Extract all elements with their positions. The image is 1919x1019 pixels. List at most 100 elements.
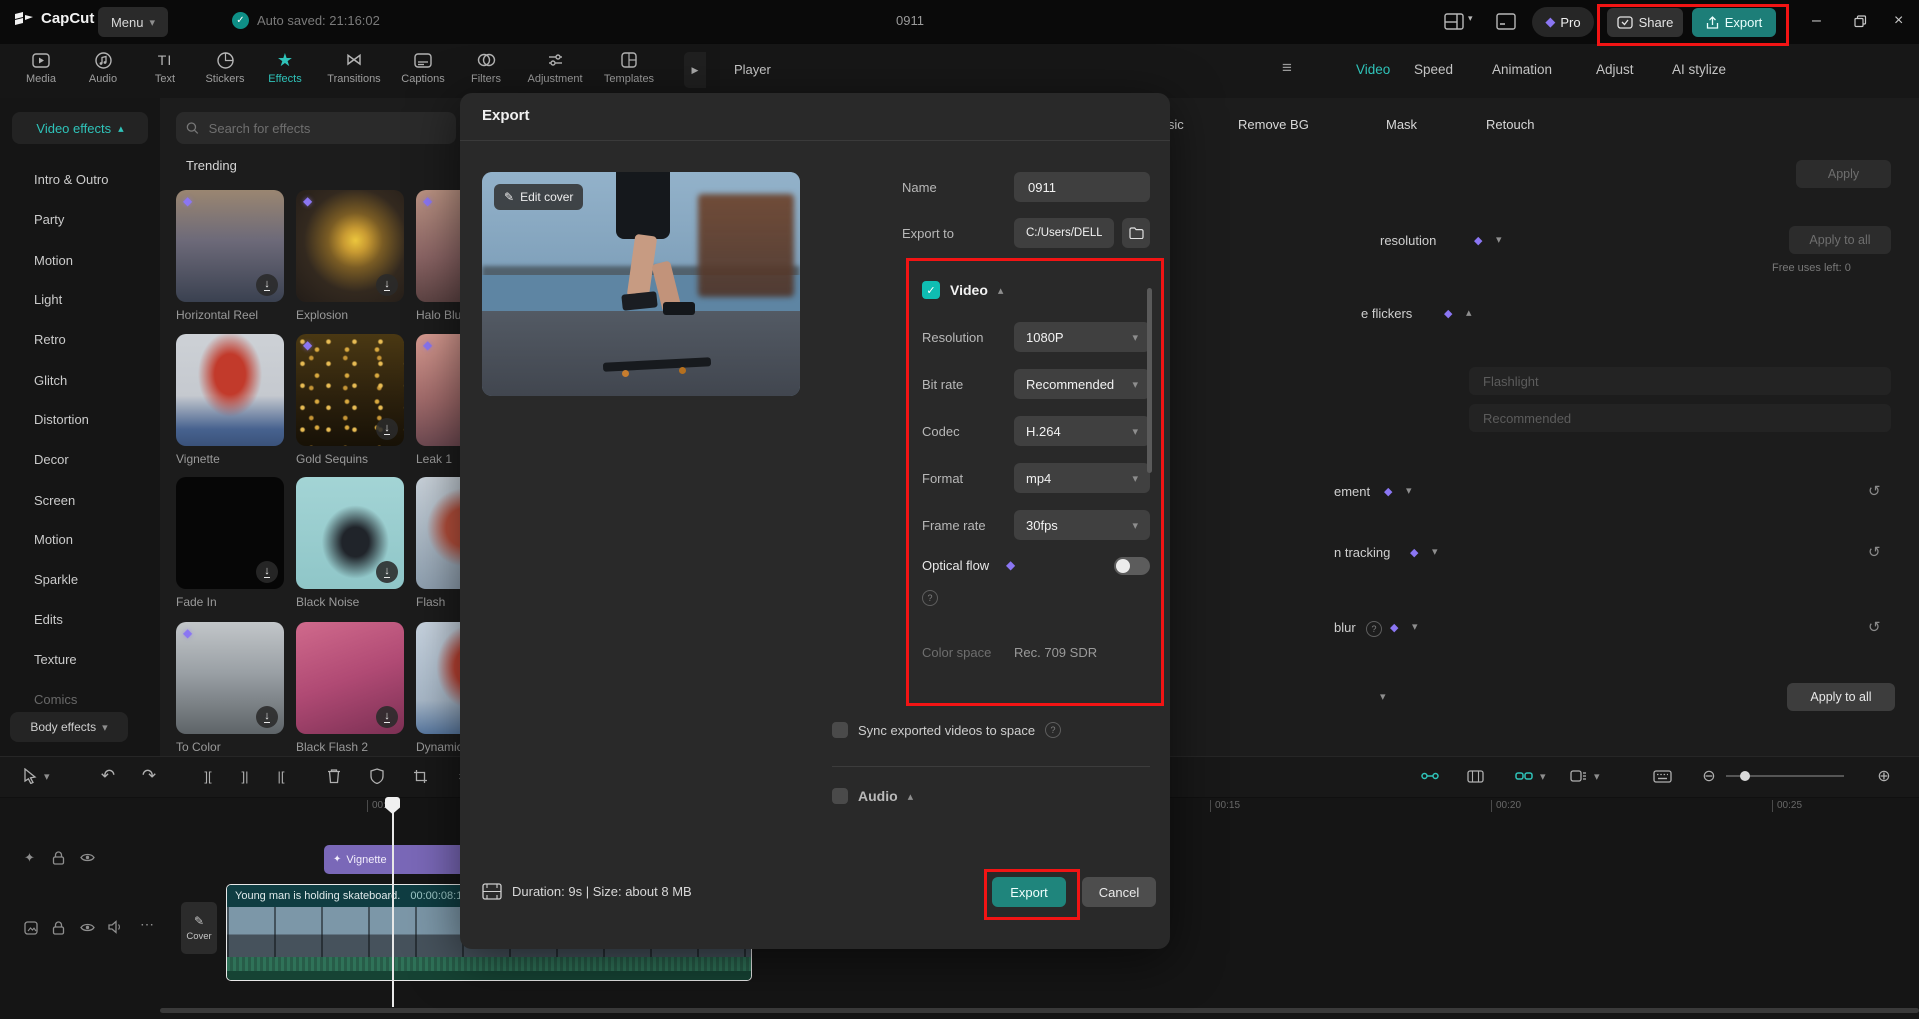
sidebar-item-screen[interactable]: Screen — [34, 493, 75, 508]
effect-thumbnail[interactable]: ◆ ↓ — [176, 190, 284, 302]
tab-animation[interactable]: Animation — [1492, 62, 1552, 77]
cover-button[interactable]: ✎ Cover — [181, 902, 217, 954]
sidebar-item-light[interactable]: Light — [34, 292, 62, 307]
sidebar-item-texture[interactable]: Texture — [34, 652, 77, 667]
effect-thumbnail[interactable]: ↓ — [176, 477, 284, 589]
undo-icon[interactable]: ↶ — [96, 766, 120, 786]
redo-icon[interactable]: ↷ — [137, 766, 161, 786]
codec-dropdown[interactable]: H.264 ▾ — [1014, 416, 1150, 446]
sidebar-item-sparkle[interactable]: Sparkle — [34, 572, 78, 587]
sidebar-item-motion2[interactable]: Motion — [34, 532, 73, 547]
effect-thumbnail[interactable]: ◆ ↓ — [296, 190, 404, 302]
sidebar-item-party[interactable]: Party — [34, 212, 64, 227]
frame-track-icon[interactable] — [24, 921, 38, 935]
tab-filters[interactable]: Filters — [457, 50, 515, 85]
optical-flow-toggle-off[interactable] — [1114, 557, 1150, 575]
sidebar-item-glitch[interactable]: Glitch — [34, 373, 67, 388]
effect-card-vignette[interactable]: Vignette — [176, 334, 284, 466]
chevron-down-icon[interactable]: ▾ — [1412, 620, 1418, 633]
sidebar-item-retro[interactable]: Retro — [34, 332, 66, 347]
download-icon[interactable]: ↓ — [256, 274, 278, 296]
chevron-down-icon[interactable]: ▾ — [1380, 690, 1386, 703]
eff ect-thumbnail[interactable]: ↓ — [296, 477, 404, 589]
tab-adjustment[interactable]: Adjustment — [526, 50, 584, 85]
playhead-line[interactable] — [392, 797, 394, 1007]
chevron-down-icon[interactable]: ▾ — [1496, 233, 1502, 246]
effect-thumbnail[interactable]: ◆ ↓ — [296, 334, 404, 446]
video-checkbox-checked[interactable]: ✓ — [922, 281, 940, 299]
subtab-retouch[interactable]: Retouch — [1486, 117, 1534, 132]
effect-card-black-noise[interactable]: ↓ Black Noise — [296, 477, 404, 609]
panel-toggle[interactable] — [1496, 13, 1516, 30]
reset-icon[interactable]: ↺ — [1868, 543, 1881, 561]
layout-switcher[interactable]: ▾ — [1444, 13, 1473, 30]
resolution-dropdown[interactable]: 1080P ▾ — [1014, 322, 1150, 352]
effects-search[interactable] — [176, 112, 456, 144]
download-icon[interactable]: ↓ — [256, 561, 278, 583]
restore-button[interactable] — [1854, 15, 1867, 28]
keyboard-icon[interactable] — [1650, 766, 1674, 786]
search-input[interactable] — [207, 120, 446, 137]
tab-audio[interactable]: Audio — [74, 50, 132, 85]
video-section-row[interactable]: ✓ Video ▴ — [922, 281, 1003, 299]
download-icon[interactable]: ↓ — [376, 561, 398, 583]
tab-media[interactable]: Media — [12, 50, 70, 85]
auto-link-icon[interactable] — [1512, 766, 1536, 786]
format-dropdown[interactable]: mp4 ▾ — [1014, 463, 1150, 493]
sidebar-item-distortion[interactable]: Distortion — [34, 412, 89, 427]
export-to-field[interactable]: C:/Users/DELL/AppData/Local/CapCut/Vi... — [1014, 218, 1114, 248]
chevron-down-icon[interactable]: ▾ — [1406, 484, 1412, 497]
reset-icon[interactable]: ↺ — [1868, 618, 1881, 636]
tab-templates[interactable]: Templates — [600, 50, 658, 85]
minimize-button[interactable]: – — [1812, 12, 1821, 30]
apply-to-all-disabled[interactable]: Apply to all — [1789, 226, 1891, 254]
zoom-in-icon[interactable]: ⊕ — [1872, 766, 1896, 786]
speaker-icon[interactable] — [108, 920, 123, 934]
lock-icon[interactable] — [52, 921, 65, 935]
shield-icon[interactable] — [365, 766, 389, 786]
effect-thumbnail[interactable]: ↓ — [296, 622, 404, 734]
chevron-down-icon[interactable]: ▾ — [1594, 770, 1600, 783]
eye-icon[interactable] — [80, 922, 95, 933]
name-field[interactable] — [1014, 172, 1150, 202]
ribbon-more-button[interactable]: ▶ — [684, 52, 706, 88]
sync-checkbox-unchecked[interactable] — [832, 722, 848, 738]
share-button[interactable]: Share — [1607, 8, 1683, 37]
framerate-dropdown[interactable]: 30fps ▾ — [1014, 510, 1150, 540]
sidebar-item-edits[interactable]: Edits — [34, 612, 63, 627]
tab-speed[interactable]: Speed — [1414, 62, 1453, 77]
zoom-slider-knob[interactable] — [1740, 771, 1750, 781]
chevron-up-icon[interactable]: ▴ — [998, 284, 1004, 297]
effect-card-to-color[interactable]: ◆ ↓ To Color — [176, 622, 284, 754]
bitrate-dropdown[interactable]: Recommended ▾ — [1014, 369, 1150, 399]
sidebar-body-effects-button[interactable]: Body effects ▾ — [10, 712, 128, 742]
track-view-icon[interactable] — [1463, 766, 1487, 786]
browse-folder-button[interactable] — [1122, 218, 1150, 248]
pro-badge[interactable]: ◆ Pro — [1532, 7, 1594, 37]
effect-thumbnail[interactable]: ◆ ↓ — [176, 622, 284, 734]
sidebar-header-video-effects[interactable]: Video effects ▴ — [12, 112, 148, 144]
sync-row[interactable]: Sync exported videos to space ? — [832, 722, 1061, 738]
effect-card-black-flash-2[interactable]: ↓ Black Flash 2 — [296, 622, 404, 754]
eye-icon[interactable] — [80, 852, 95, 863]
chevron-down-icon[interactable]: ▾ — [1468, 13, 1473, 30]
reset-icon[interactable]: ↺ — [1868, 482, 1881, 500]
effect-card-explosion[interactable]: ◆ ↓ Explosion — [296, 190, 404, 322]
zoom-out-icon[interactable]: ⊖ — [1697, 766, 1721, 786]
tab-ai-stylize[interactable]: AI stylize — [1672, 62, 1726, 77]
panel-toggle-icon[interactable] — [1496, 13, 1516, 30]
download-icon[interactable]: ↓ — [376, 706, 398, 728]
tab-transitions[interactable]: ⋈ Transitions — [325, 50, 383, 85]
chevron-up-icon[interactable]: ▴ — [1466, 306, 1472, 319]
chevron-up-icon[interactable]: ▴ — [908, 790, 914, 803]
split-left-icon[interactable]: ]| — [233, 766, 257, 786]
export-top-button[interactable]: Export — [1692, 8, 1776, 37]
tab-adjust[interactable]: Adjust — [1596, 62, 1634, 77]
sidebar-item-intro-outro[interactable]: Intro & Outro — [34, 172, 108, 187]
split-icon[interactable]: ][ — [196, 766, 220, 786]
effect-card-fade-in[interactable]: ↓ Fade In — [176, 477, 284, 609]
tab-video[interactable]: Video — [1356, 62, 1390, 77]
tab-captions[interactable]: Captions — [394, 50, 452, 85]
subtab-mask[interactable]: Mask — [1386, 117, 1417, 132]
name-input[interactable] — [1026, 179, 1138, 196]
